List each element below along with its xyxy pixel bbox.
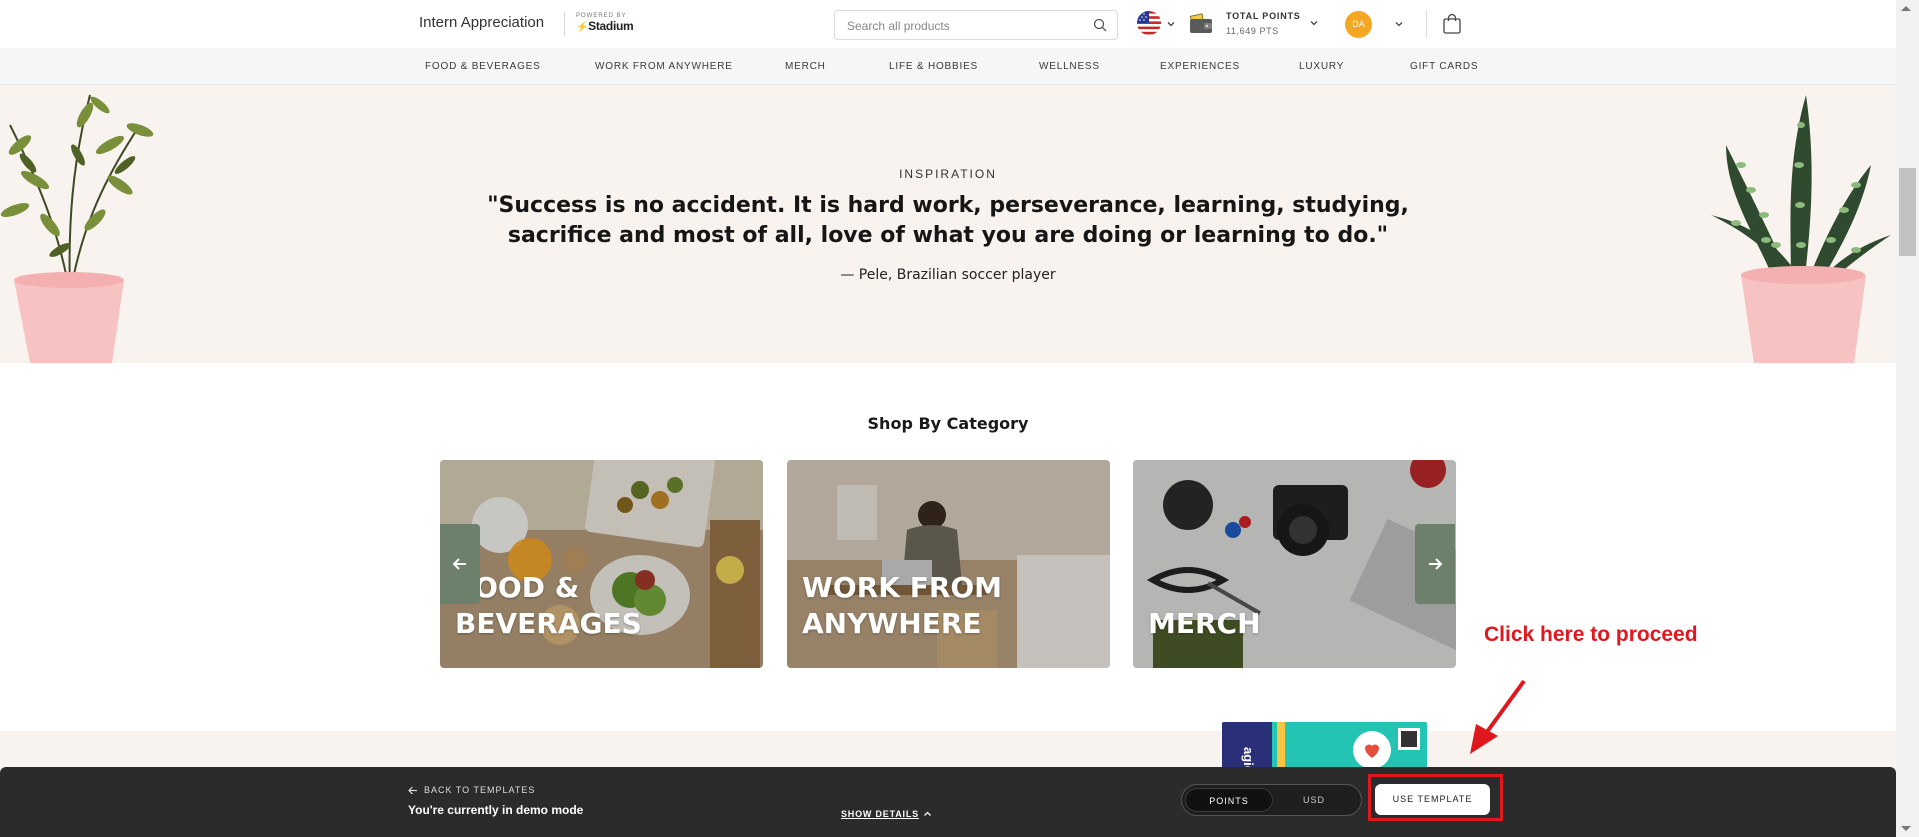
chevron-up-icon xyxy=(923,811,931,816)
inspiration-quote: "Success is no accident. It is hard work… xyxy=(487,193,1409,248)
scroll-down-arrow-icon[interactable] xyxy=(1901,826,1911,831)
nav-item-food-beverages[interactable]: FOOD & BEVERAGES xyxy=(425,61,541,72)
brand-name[interactable]: Intern Appreciation xyxy=(419,14,544,31)
search-icon[interactable] xyxy=(1093,18,1107,32)
nav-item-wellness[interactable]: WELLNESS xyxy=(1039,61,1100,72)
total-points-value: 11,649 PTS xyxy=(1226,26,1279,36)
inspiration-author: — Pele, Brazilian soccer player xyxy=(840,267,1056,283)
category-card-merch[interactable]: MERCH xyxy=(1133,460,1456,668)
shop-by-category-title: Shop By Category xyxy=(867,414,1029,433)
search-input[interactable] xyxy=(847,17,1077,35)
wallet-icon xyxy=(1189,13,1212,33)
toggle-points-option[interactable]: POINTS xyxy=(1185,788,1273,812)
nav-item-merch[interactable]: MERCH xyxy=(785,61,826,72)
carousel-prev-button[interactable] xyxy=(440,524,480,604)
total-points-label: TOTAL POINTS xyxy=(1226,11,1301,21)
category-nav: FOOD & BEVERAGES WORK FROM ANYWHERE MERC… xyxy=(0,48,1896,85)
bag-icon[interactable] xyxy=(1442,13,1462,35)
currency-toggle: POINTS USD xyxy=(1181,784,1362,816)
stadium-name: Stadium xyxy=(588,19,634,33)
nav-item-work-from-anywhere[interactable]: WORK FROM ANYWHERE xyxy=(595,61,733,72)
brand-divider xyxy=(564,12,565,36)
scroll-up-arrow-icon[interactable] xyxy=(1901,6,1911,11)
scrollbar-thumb[interactable] xyxy=(1899,168,1916,256)
account-chevron-down-icon[interactable] xyxy=(1394,19,1404,29)
back-to-templates-label: BACK TO TEMPLATES xyxy=(424,785,536,795)
back-to-templates-link[interactable]: BACK TO TEMPLATES xyxy=(408,785,535,795)
search-box[interactable] xyxy=(834,10,1118,40)
nav-item-gift-cards[interactable]: GIFT CARDS xyxy=(1410,61,1478,72)
top-header: Intern Appreciation POWERED BY ⚡Stadium xyxy=(0,0,1896,48)
toggle-usd-option[interactable]: USD xyxy=(1270,788,1358,812)
carousel-next-button[interactable] xyxy=(1415,524,1455,604)
snake-plant-illustration-right xyxy=(1711,95,1891,363)
points-chevron-down-icon[interactable] xyxy=(1309,18,1319,28)
use-template-button[interactable]: USE TEMPLATE xyxy=(1375,784,1490,815)
category-card-label: WORK FROM ANYWHERE xyxy=(802,571,1003,640)
demo-mode-bar: BACK TO TEMPLATES You're currently in de… xyxy=(0,767,1896,837)
promo-card-image: agic xyxy=(1222,722,1427,772)
stadium-bolt-icon: ⚡ xyxy=(576,22,589,33)
powered-by-logo: POWERED BY ⚡Stadium xyxy=(576,13,634,33)
stadium-logo-text: ⚡Stadium xyxy=(576,19,634,33)
chevron-down-icon[interactable] xyxy=(1166,19,1176,29)
click-here-annotation: Click here to proceed xyxy=(1484,623,1698,646)
avatar[interactable]: DA xyxy=(1345,11,1372,38)
category-card-food-beverages[interactable]: FOOD & BEVERAGES xyxy=(440,460,763,668)
demo-mode-text: You're currently in demo mode xyxy=(408,803,584,817)
nav-item-life-hobbies[interactable]: LIFE & HOBBIES xyxy=(889,61,978,72)
us-flag-icon[interactable] xyxy=(1137,11,1161,35)
show-details-link[interactable]: SHOW DETAILS xyxy=(841,809,932,819)
plant-illustration-left xyxy=(0,94,154,363)
bag-divider xyxy=(1426,10,1427,38)
show-details-label: SHOW DETAILS xyxy=(841,809,919,819)
scrollbar-track[interactable] xyxy=(1896,0,1919,837)
arrow-left-icon xyxy=(408,786,417,794)
inspiration-label: INSPIRATION xyxy=(899,167,997,181)
nav-item-experiences[interactable]: EXPERIENCES xyxy=(1160,61,1240,72)
inspiration-section: INSPIRATION "Success is no accident. It … xyxy=(0,85,1896,363)
category-card-work-from-anywhere[interactable]: WORK FROM ANYWHERE xyxy=(787,460,1110,668)
arrow-left-icon xyxy=(452,558,466,570)
category-card-label: MERCH xyxy=(1148,607,1261,640)
nav-item-luxury[interactable]: LUXURY xyxy=(1299,61,1344,72)
category-card-label: FOOD & BEVERAGES xyxy=(455,571,642,640)
arrow-right-icon xyxy=(1429,558,1443,570)
red-arrow-icon xyxy=(1470,679,1526,754)
